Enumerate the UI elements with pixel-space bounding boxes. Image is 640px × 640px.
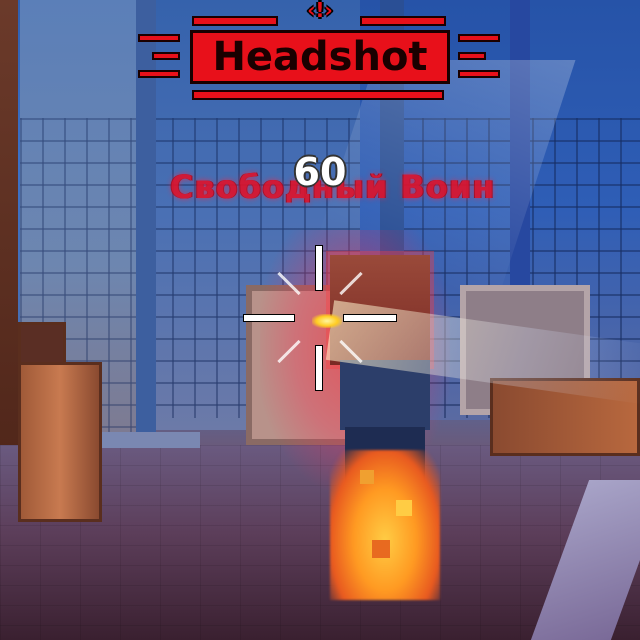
crosshair <box>244 246 396 390</box>
banner-label-box: Headshot <box>190 30 450 84</box>
fire-pixel <box>372 540 390 558</box>
fire-effect <box>330 450 440 600</box>
hit-marker <box>339 271 363 296</box>
banner-bar <box>360 16 446 26</box>
crate <box>18 362 102 522</box>
hit-marker <box>277 339 301 364</box>
banner-bar <box>192 16 278 26</box>
target-name: Свободный Воин <box>170 168 496 206</box>
curb <box>100 432 200 448</box>
fire-pixel <box>396 500 412 516</box>
headshot-label: Headshot <box>212 34 428 80</box>
crosshair-bottom <box>316 346 322 390</box>
crosshair-top <box>316 246 322 290</box>
skull-emblem-icon: ‹!› <box>307 0 333 22</box>
game-viewport[interactable]: Свободный Воин 60 ‹!› Headshot <box>0 0 640 640</box>
hit-marker <box>277 271 301 296</box>
headshot-banner: ‹!› Headshot <box>0 0 640 110</box>
fire-pixel <box>360 470 374 484</box>
crosshair-left <box>244 315 294 321</box>
banner-bracket-left <box>138 34 180 78</box>
crosshair-right <box>344 315 396 321</box>
banner-bracket-right <box>458 34 500 78</box>
banner-bar <box>192 90 444 100</box>
damage-number: 60 <box>293 150 347 194</box>
hit-marker <box>339 339 363 364</box>
